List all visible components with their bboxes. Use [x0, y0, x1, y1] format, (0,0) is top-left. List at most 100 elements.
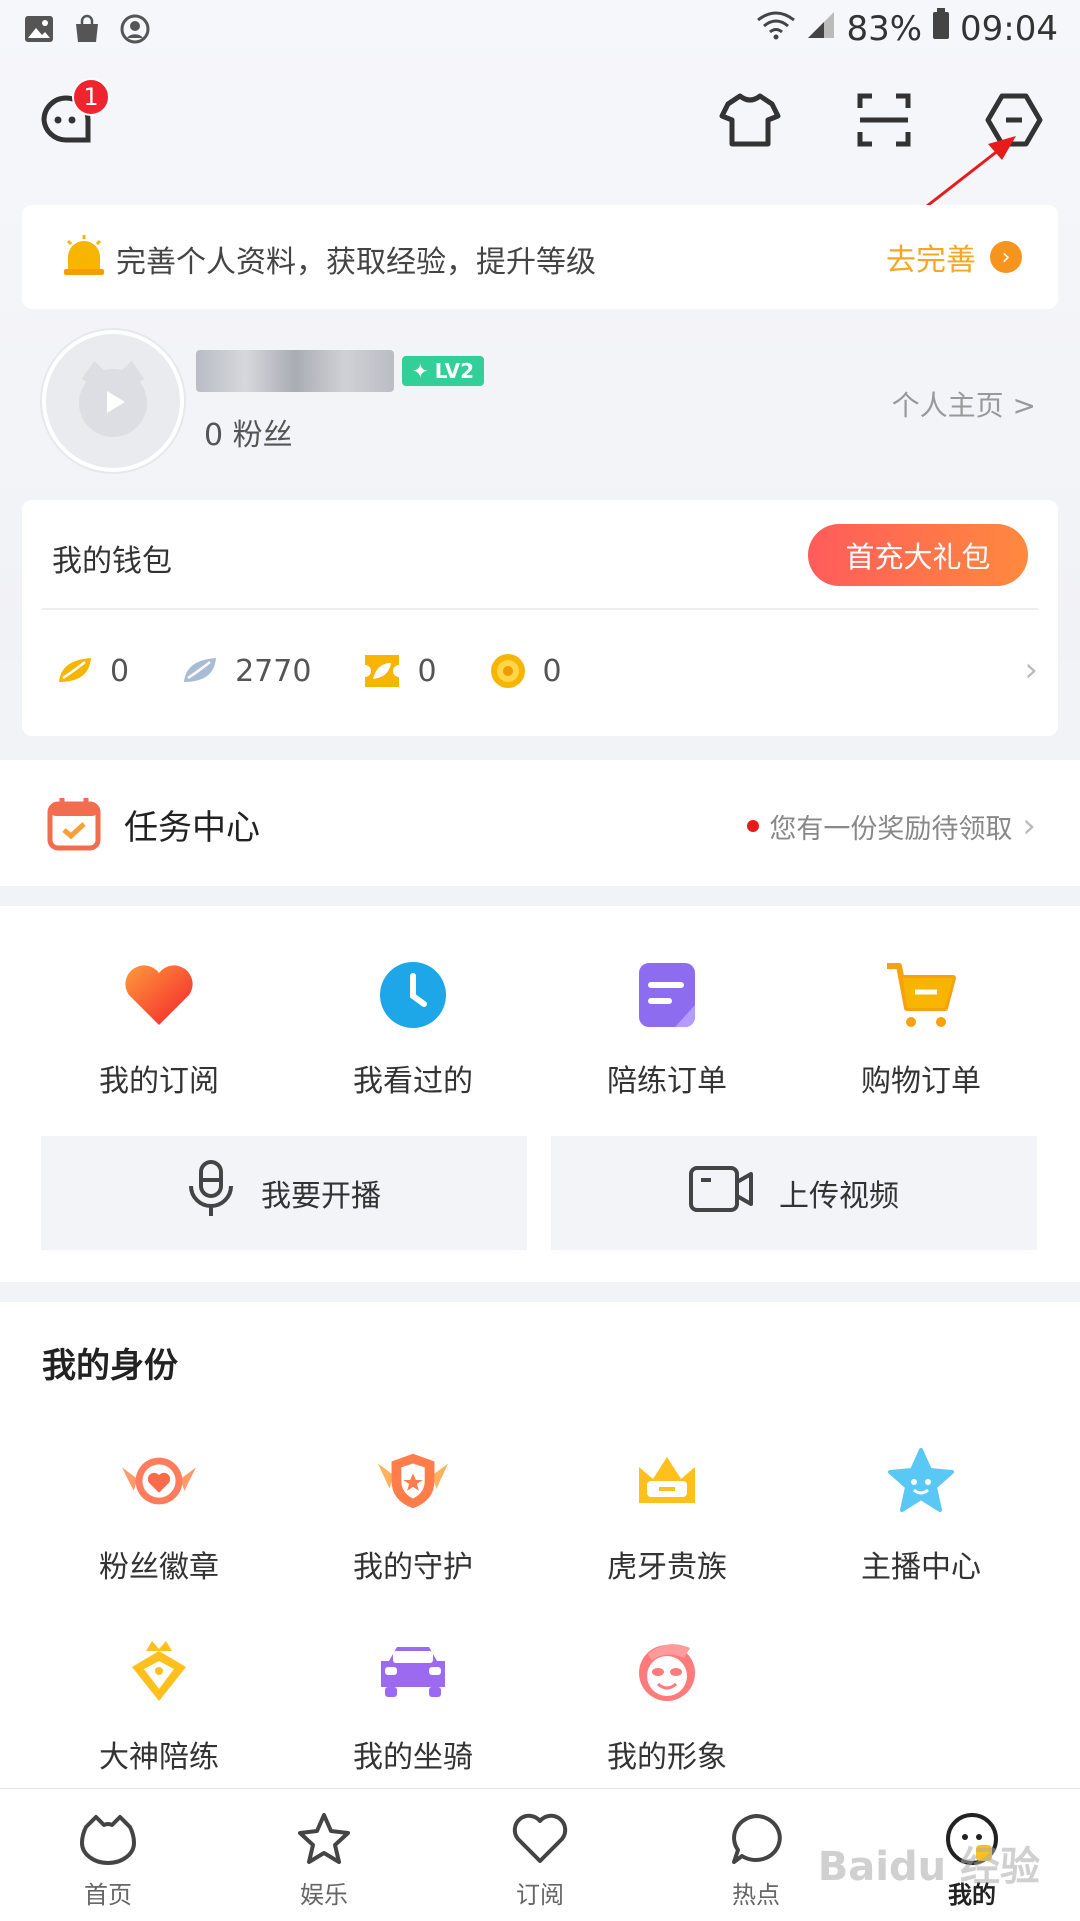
subscribe-icon — [510, 1809, 570, 1869]
wallet-item-coin[interactable]: 0 — [487, 650, 562, 692]
wifi-icon — [756, 9, 796, 49]
clock-time: 09:04 — [960, 8, 1058, 49]
go-live-label: 我要开播 — [261, 1179, 381, 1214]
gold-bean-value: 0 — [110, 653, 130, 689]
wallet-item-ticket[interactable]: 0 — [361, 650, 437, 692]
quick-link-label: 购物订单 — [861, 1064, 981, 1099]
shopping-bag-icon — [70, 12, 104, 46]
level-text: LV2 — [434, 359, 475, 383]
notification-dot — [747, 820, 760, 832]
identity-item-master-coach[interactable]: 大神陪练 — [32, 1632, 286, 1776]
message-button[interactable]: 1 — [30, 78, 110, 158]
image-icon — [22, 12, 56, 46]
entertainment-icon — [294, 1809, 354, 1869]
star-icon — [882, 1442, 960, 1520]
identity-item-guard[interactable]: 我的守护 — [286, 1442, 540, 1586]
battery-icon — [932, 8, 950, 49]
identity-item-fan-badge[interactable]: 粉丝徽章 — [32, 1442, 286, 1586]
clock-icon — [374, 956, 452, 1034]
silver-bean-value: 2770 — [235, 653, 312, 689]
chevron-right-icon: › — [1022, 806, 1036, 846]
complete-profile-banner[interactable]: 完善个人资料，获取经验，提升等级 去完善 › — [22, 205, 1058, 309]
go-live-button[interactable]: 我要开播 — [41, 1136, 527, 1250]
quick-link-history[interactable]: 我看过的 — [286, 956, 540, 1100]
wallet-divider — [42, 608, 1038, 610]
nav-label: 首页 — [84, 1881, 132, 1909]
complete-profile-label: 去完善 — [886, 243, 976, 278]
master-icon — [120, 1632, 198, 1710]
banner-text: 完善个人资料，获取经验，提升等级 — [116, 245, 596, 280]
upload-video-button[interactable]: 上传视频 — [551, 1136, 1037, 1250]
identity-item-streamer-center[interactable]: 主播中心 — [794, 1442, 1048, 1586]
wallet-item-gold-bean[interactable]: 0 — [54, 650, 129, 692]
quick-links-grid: 我的订阅 我看过的 陪练订单 购物订单 — [0, 956, 1080, 1100]
video-camera-icon — [689, 1164, 753, 1222]
identity-row-1: 粉丝徽章 我的守护 虎牙贵族 主播中心 — [0, 1442, 1080, 1586]
face-icon — [628, 1632, 706, 1710]
quick-link-label: 我看过的 — [353, 1064, 473, 1099]
identity-label: 我的形象 — [607, 1740, 727, 1775]
quick-link-coaching-orders[interactable]: 陪练订单 — [540, 956, 794, 1100]
hot-icon — [726, 1809, 786, 1869]
identity-label: 粉丝徽章 — [99, 1550, 219, 1585]
gold-bean-icon — [54, 650, 96, 692]
task-center-row[interactable]: 任务中心 您有一份奖励待领取 › — [0, 760, 1080, 886]
nav-label: 订阅 — [516, 1881, 564, 1909]
wallet-title: 我的钱包 — [52, 544, 172, 579]
task-center-title: 任务中心 — [124, 808, 260, 848]
personal-homepage-link[interactable]: 个人主页 > — [892, 384, 1036, 424]
home-icon — [78, 1809, 138, 1869]
status-bar: 83% 09:04 — [0, 0, 1080, 64]
car-icon — [374, 1632, 452, 1710]
cart-icon — [882, 956, 960, 1034]
silver-bean-icon — [179, 650, 221, 692]
microphone-icon — [187, 1160, 235, 1226]
nav-subscribe[interactable]: 订阅 — [432, 1789, 648, 1921]
quick-links-section: 我的订阅 我看过的 陪练订单 购物订单 我要开播 上传视频 — [0, 906, 1080, 1282]
upload-video-label: 上传视频 — [779, 1179, 899, 1214]
outfit-button[interactable] — [714, 86, 786, 158]
coin-value: 0 — [542, 653, 562, 689]
level-badge: ✦ LV2 — [402, 356, 484, 386]
nav-label: 热点 — [732, 1881, 780, 1909]
complete-profile-link[interactable]: 去完善 › — [886, 235, 1022, 279]
signal-icon — [806, 9, 836, 49]
quick-link-subscriptions[interactable]: 我的订阅 — [32, 956, 286, 1100]
fans-count: 0 粉丝 — [204, 418, 293, 453]
ticket-icon — [361, 650, 403, 692]
identity-label: 虎牙贵族 — [607, 1550, 727, 1585]
task-reward-hint[interactable]: 您有一份奖励待领取 › — [747, 806, 1036, 846]
wallet-item-silver-bean[interactable]: 2770 — [179, 650, 311, 692]
identity-label: 大神陪练 — [99, 1740, 219, 1775]
order-icon — [628, 956, 706, 1034]
identity-item-avatar-look[interactable]: 我的形象 — [540, 1632, 794, 1776]
status-right: 83% 09:04 — [756, 8, 1058, 49]
quick-link-shopping-orders[interactable]: 购物订单 — [794, 956, 1048, 1100]
identity-item-nobility[interactable]: 虎牙贵族 — [540, 1442, 794, 1586]
nav-label: 娱乐 — [300, 1881, 348, 1909]
first-recharge-gift-button[interactable]: 首充大礼包 — [808, 524, 1028, 586]
task-hint-text: 您有一份奖励待领取 — [769, 813, 1013, 845]
identity-label: 我的坐骑 — [353, 1740, 473, 1775]
identity-row-2: 大神陪练 我的坐骑 我的形象 — [0, 1632, 1080, 1776]
chevron-right-icon[interactable]: › — [1024, 650, 1038, 690]
wallet-card[interactable]: 我的钱包 首充大礼包 0 2770 0 0 › — [22, 500, 1058, 736]
quick-link-label: 我的订阅 — [99, 1064, 219, 1099]
nav-entertainment[interactable]: 娱乐 — [216, 1789, 432, 1921]
message-badge: 1 — [72, 78, 110, 116]
identity-label: 主播中心 — [861, 1550, 981, 1585]
username-blurred — [196, 350, 394, 392]
bell-icon — [62, 233, 106, 283]
chevron-right-icon: › — [990, 241, 1022, 273]
nav-home[interactable]: 首页 — [0, 1789, 216, 1921]
avatar[interactable] — [42, 330, 184, 472]
battery-text: 83% — [846, 8, 923, 49]
identity-item-mount[interactable]: 我的坐骑 — [286, 1632, 540, 1776]
identity-section: 我的身份 粉丝徽章 我的守护 虎牙贵族 主播中心 大神陪练 我的坐骑 我的形象 — [0, 1302, 1080, 1788]
wallet-items: 0 2770 0 0 — [54, 650, 612, 692]
heart-icon — [120, 956, 198, 1034]
outfit-icon — [718, 88, 782, 156]
identity-label: 我的守护 — [353, 1550, 473, 1585]
coin-icon — [487, 650, 529, 692]
default-avatar-icon — [79, 360, 147, 437]
